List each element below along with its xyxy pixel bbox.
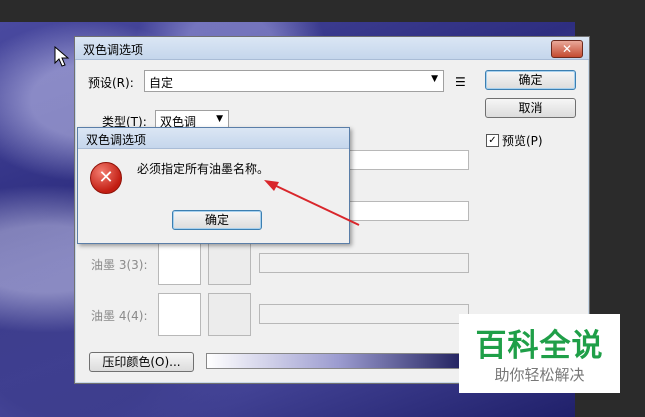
watermark-sub-text: 助你轻松解决 <box>494 366 585 384</box>
watermark-main-text: 百科全说 <box>475 328 604 364</box>
watermark-logo: 百科全说 助你轻松解决 <box>459 314 620 393</box>
